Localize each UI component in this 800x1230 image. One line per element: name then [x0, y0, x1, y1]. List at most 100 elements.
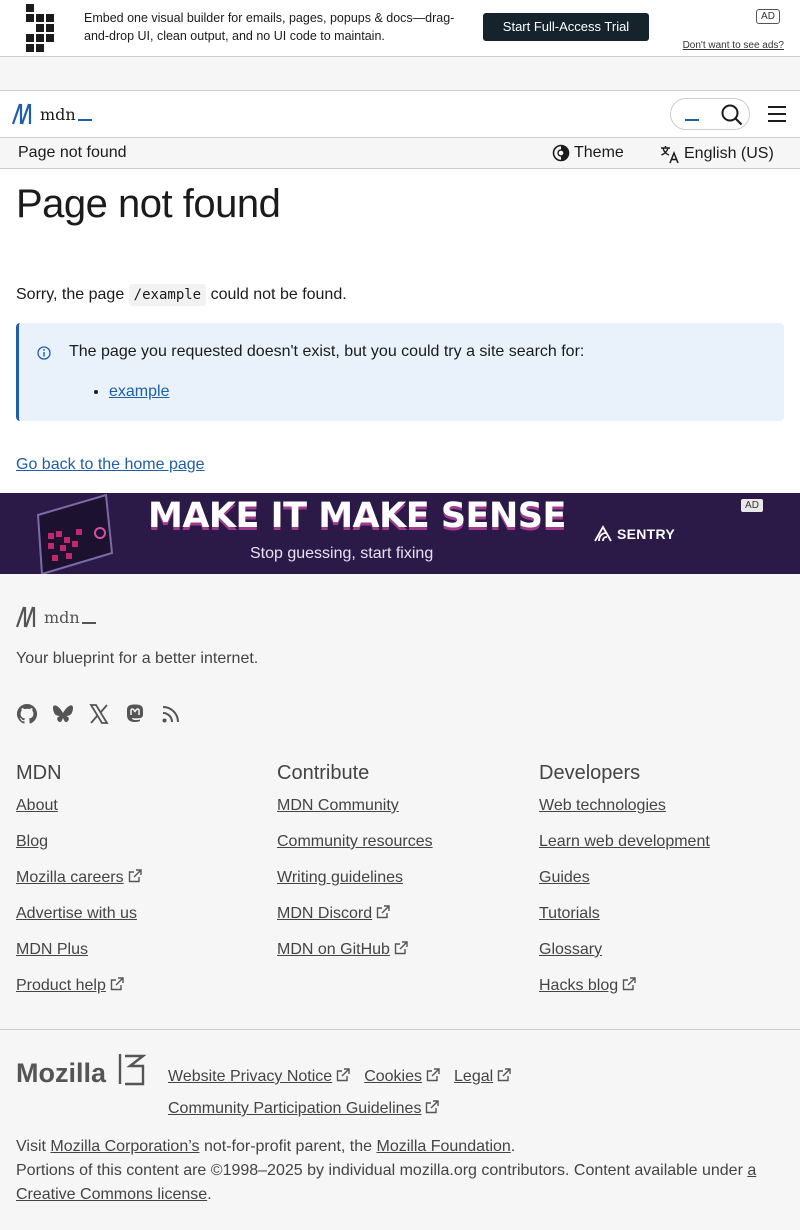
site-footer: mdn Your blueprint for a better internet…	[0, 574, 800, 1230]
external-link-icon	[426, 1100, 440, 1114]
mdn-cursor	[77, 119, 92, 121]
footer-link-list: About Blog Mozilla careers Advertise wit…	[16, 797, 266, 1013]
external-link-icon	[376, 905, 390, 919]
sentry-ad-banner[interactable]: MAKE IT MAKE SENSE Stop guessing, start …	[0, 493, 800, 574]
external-link-icon	[337, 1068, 350, 1082]
footer-column-developers: Developers Web technologies Learn web de…	[539, 762, 789, 1013]
suggestion-link[interactable]: example	[109, 383, 169, 400]
sorry-prefix: Sorry, the page	[16, 286, 125, 303]
footer-link-product-help[interactable]: Product help	[16, 977, 106, 994]
requested-path: /example	[128, 284, 207, 306]
hamburger-menu-icon	[768, 106, 786, 122]
external-link-icon	[426, 1068, 440, 1082]
mdn-logo-link[interactable]: mdn	[12, 102, 92, 126]
mdn-logo-icon	[12, 103, 32, 125]
footer-link-mdn-discord[interactable]: MDN Discord	[277, 905, 372, 922]
x-icon[interactable]	[88, 703, 110, 725]
suggestion-item: example	[109, 383, 169, 401]
legal-parent: not-for-profit parent, the	[203, 1138, 373, 1155]
sentry-logo-icon	[594, 525, 612, 542]
legal-link[interactable]: Legal	[454, 1068, 493, 1085]
footer-link-blog[interactable]: Blog	[16, 833, 48, 850]
sentry-wordmark: SENTRY	[617, 526, 676, 542]
footer-link-web-technologies[interactable]: Web technologies	[539, 797, 666, 814]
footer-link-about[interactable]: About	[16, 797, 58, 814]
sorry-suffix: could not be found.	[210, 286, 347, 303]
footer-link-learn-web-dev[interactable]: Learn web development	[539, 833, 710, 850]
info-icon	[37, 346, 51, 360]
footer-column-title: Developers	[539, 762, 641, 784]
external-link-icon	[128, 869, 142, 883]
language-label: English (US)	[684, 145, 774, 162]
site-header: mdn	[0, 91, 800, 138]
footer-mdn-wordmark: mdn	[44, 607, 80, 627]
language-button[interactable]: English (US)	[660, 144, 774, 164]
ad-copy[interactable]: Embed one visual builder for emails, pag…	[84, 9, 469, 45]
footer-column-mdn: MDN About Blog Mozilla careers Advertise…	[16, 762, 266, 1013]
mozilla-logo: Mozilla	[16, 1054, 147, 1088]
ad-badge: AD	[756, 9, 780, 24]
theme-button[interactable]: Theme	[552, 144, 624, 162]
footer-tagline: Your blueprint for a better internet.	[16, 650, 259, 667]
legal-end: .	[207, 1186, 212, 1203]
mdn-logo-icon	[16, 606, 36, 628]
sentry-headline: MAKE IT MAKE SENSE	[148, 496, 566, 536]
footer-link-advertise[interactable]: Advertise with us	[16, 905, 137, 922]
menu-button[interactable]	[766, 104, 788, 124]
search-cursor	[685, 119, 699, 121]
theme-icon	[552, 144, 570, 162]
privacy-notice-link[interactable]: Website Privacy Notice	[168, 1068, 332, 1085]
suggestion-list: example	[109, 383, 169, 401]
search-button[interactable]	[670, 98, 750, 130]
start-trial-button[interactable]: Start Full-Access Trial	[483, 13, 649, 41]
breadcrumb-bar: Page not found Theme English (US)	[0, 138, 800, 169]
footer-link-hacks-blog[interactable]: Hacks blog	[539, 977, 618, 994]
mdn-wordmark: mdn	[40, 104, 76, 124]
placeholder-strip	[0, 57, 800, 91]
theme-label: Theme	[574, 144, 624, 161]
footer-link-writing-guidelines[interactable]: Writing guidelines	[277, 869, 403, 886]
footer-link-list: Web technologies Learn web development G…	[539, 797, 789, 1013]
legal-links: Website Privacy Notice Cookies Legal Commu…	[168, 1061, 768, 1125]
search-icon	[721, 104, 743, 126]
notice-text: The page you requested doesn't exist, bu…	[69, 343, 585, 360]
footer-divider	[0, 1029, 800, 1030]
footer-mdn-logo[interactable]: mdn	[16, 606, 96, 628]
cookies-link[interactable]: Cookies	[364, 1068, 422, 1085]
legal-visit: Visit	[16, 1138, 46, 1155]
mozilla-corporation-link[interactable]: Mozilla Corporation’s	[50, 1138, 199, 1155]
hide-ads-link[interactable]: Don't want to see ads?	[683, 40, 784, 51]
footer-link-tutorials[interactable]: Tutorials	[539, 905, 600, 922]
footer-link-mdn-plus[interactable]: MDN Plus	[16, 941, 88, 958]
mozilla-logo-link[interactable]: Mozilla	[16, 1052, 147, 1093]
footer-link-list: MDN Community Community resources Writin…	[277, 797, 527, 977]
bluesky-icon[interactable]	[52, 703, 74, 725]
advertiser-logo	[26, 4, 62, 52]
sentry-ad-illustration	[36, 493, 114, 574]
sentry-logo: SENTRY	[593, 525, 675, 543]
github-icon[interactable]	[16, 703, 38, 725]
footer-link-mdn-community[interactable]: MDN Community	[277, 797, 399, 814]
svg-text:Mozilla: Mozilla	[16, 1058, 107, 1088]
rss-icon[interactable]	[160, 703, 182, 725]
translate-icon	[661, 146, 679, 164]
mastodon-icon[interactable]	[124, 703, 146, 725]
legal-text: Visit Mozilla Corporation’s not-for-prof…	[16, 1135, 786, 1207]
search-suggestion-notice: The page you requested doesn't exist, bu…	[16, 323, 784, 421]
social-links	[16, 703, 182, 725]
breadcrumb-current: Page not found	[18, 144, 127, 161]
footer-link-community-resources[interactable]: Community resources	[277, 833, 433, 850]
participation-guidelines-link[interactable]: Community Participation Guidelines	[168, 1100, 421, 1117]
home-page-link[interactable]: Go back to the home page	[16, 456, 205, 474]
footer-link-glossary[interactable]: Glossary	[539, 941, 602, 958]
footer-link-guides[interactable]: Guides	[539, 869, 590, 886]
legal-portions: Portions of this content are ©1998–2025 …	[16, 1162, 743, 1179]
mozilla-foundation-link[interactable]: Mozilla Foundation	[377, 1138, 511, 1155]
footer-link-mdn-github[interactable]: MDN on GitHub	[277, 941, 390, 958]
footer-link-mozilla-careers[interactable]: Mozilla careers	[16, 869, 124, 886]
sentry-subheadline: Stop guessing, start fixing	[250, 545, 434, 562]
footer-column-title: Contribute	[277, 762, 370, 784]
external-link-icon	[394, 941, 408, 955]
external-link-icon	[110, 977, 124, 991]
footer-column-title: MDN	[16, 762, 62, 784]
